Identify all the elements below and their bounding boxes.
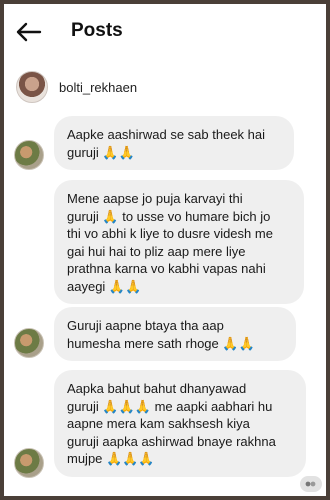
sender-avatar[interactable] — [14, 448, 44, 478]
sender-avatar[interactable] — [14, 328, 44, 358]
message-bubble[interactable]: Mene aapse jo puja karvayi thi guruji 🙏 … — [54, 180, 304, 304]
post-author[interactable]: bolti_rekhaen — [16, 70, 137, 104]
page-title: Posts — [71, 20, 123, 41]
message-bubble[interactable]: Aapke aashirwad se sab theek hai guruji … — [54, 116, 294, 170]
screen: Posts bolti_rekhaen Aapke aashirwad se s… — [4, 4, 326, 496]
back-arrow-icon[interactable] — [16, 22, 42, 42]
author-username[interactable]: bolti_rekhaen — [59, 80, 137, 95]
author-avatar[interactable] — [16, 71, 48, 103]
sender-avatar[interactable] — [14, 140, 44, 170]
reaction-icon[interactable] — [300, 476, 322, 492]
message-bubble[interactable]: Aapka bahut bahut dhanyawad guruji 🙏🙏🙏 m… — [54, 370, 306, 477]
top-bar: Posts — [4, 4, 326, 60]
message-bubble[interactable]: Guruji aapne btaya tha aap humesha mere … — [54, 307, 296, 361]
